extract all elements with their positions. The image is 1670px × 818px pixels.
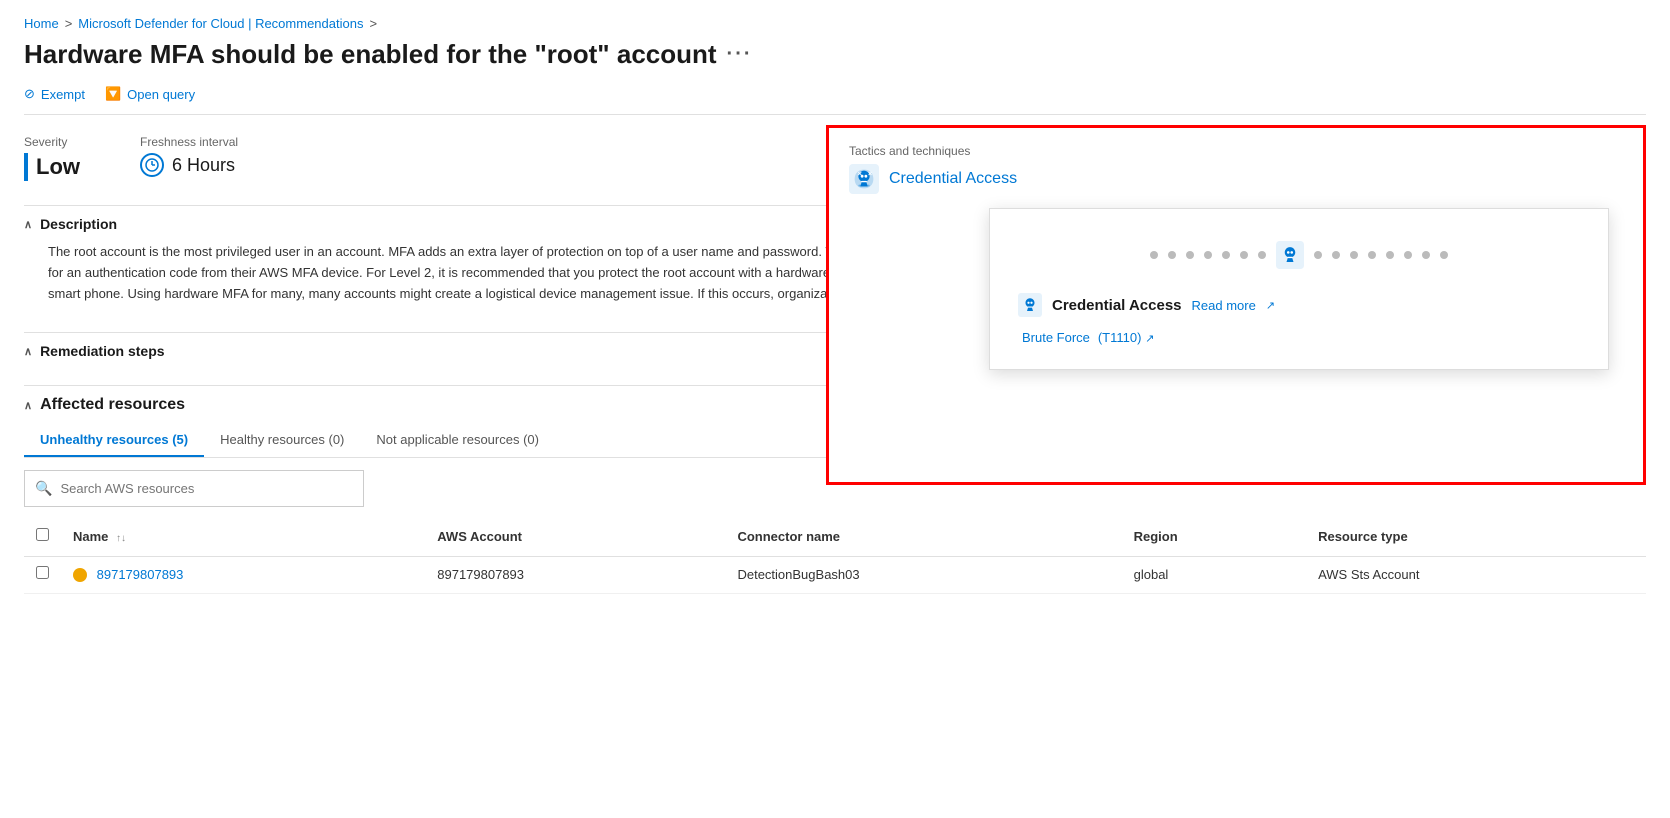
table-header-connector: Connector name (725, 519, 1121, 556)
search-icon: 🔍 (35, 477, 52, 499)
dot-10 (1350, 251, 1358, 259)
dot-8 (1314, 251, 1322, 259)
dot-14 (1422, 251, 1430, 259)
breadcrumb-recommendations[interactable]: Microsoft Defender for Cloud | Recommend… (78, 16, 363, 31)
tooltip-technique-row: Brute Force (T1110) ↗ (1018, 329, 1580, 345)
description-chevron: ∧ (24, 218, 32, 231)
freshness-value: 6 Hours (172, 155, 235, 176)
row-connector: DetectionBugBash03 (725, 556, 1121, 594)
exempt-icon: ⊘ (24, 86, 35, 102)
page-title-ellipsis[interactable]: ··· (727, 43, 753, 66)
exempt-button[interactable]: ⊘ Exempt (24, 86, 85, 102)
svg-text:✕: ✕ (868, 170, 873, 177)
table-header: Name ↑↓ AWS Account Connector name Regio… (24, 519, 1646, 556)
table-row: 897179807893 897179807893 DetectionBugBa… (24, 556, 1646, 594)
dot-7 (1258, 251, 1266, 259)
row-aws-account: 897179807893 (425, 556, 725, 594)
resource-name-link[interactable]: 897179807893 (97, 567, 184, 582)
tactics-tooltip: Credential Access Read more ↗ Brute Forc… (989, 208, 1609, 370)
table-body: 897179807893 897179807893 DetectionBugBa… (24, 556, 1646, 594)
row-checkbox[interactable] (36, 566, 49, 579)
description-title: Description (40, 216, 117, 232)
tactics-item: ✕ ✕ Credential Access (849, 164, 1623, 194)
tactics-section: Tactics and techniques ✕ ✕ Credential Ac… (826, 125, 1646, 485)
severity-label: Severity (24, 135, 80, 149)
resources-table: Name ↑↓ AWS Account Connector name Regio… (24, 519, 1646, 595)
tooltip-technique-code[interactable]: (T1110) (1098, 330, 1142, 345)
svg-text:✕: ✕ (857, 170, 862, 177)
table-header-checkbox (24, 519, 61, 556)
row-resource-type: AWS Sts Account (1306, 556, 1646, 594)
credential-access-icon: ✕ ✕ (849, 164, 879, 194)
external-link-icon: ↗ (1266, 299, 1275, 312)
severity-indicator (24, 153, 28, 181)
tooltip-title: Credential Access (1052, 297, 1182, 314)
dot-3 (1186, 251, 1194, 259)
tactics-dots-row (1018, 241, 1580, 269)
search-box: 🔍 (24, 470, 364, 506)
row-checkbox-cell (24, 556, 61, 594)
tab-not-applicable[interactable]: Not applicable resources (0) (360, 424, 555, 457)
select-all-checkbox[interactable] (36, 528, 49, 541)
search-input[interactable] (60, 481, 353, 496)
dot-4 (1204, 251, 1212, 259)
open-query-icon: 🔽 (105, 86, 121, 102)
dot-5 (1222, 251, 1230, 259)
breadcrumb-sep1: > (65, 16, 73, 31)
breadcrumb-home[interactable]: Home (24, 16, 59, 31)
tab-unhealthy[interactable]: Unhealthy resources (5) (24, 424, 204, 457)
dot-9 (1332, 251, 1340, 259)
freshness-block: Freshness interval 6 Hours (140, 135, 238, 177)
page-title: Hardware MFA should be enabled for the "… (24, 39, 1646, 70)
info-row: Severity Low Freshness interval 6 Hours (24, 135, 1646, 181)
table-header-aws-account: AWS Account (425, 519, 725, 556)
table-header-resource-type: Resource type (1306, 519, 1646, 556)
toolbar: ⊘ Exempt 🔽 Open query (24, 86, 1646, 115)
remediation-chevron: ∧ (24, 345, 32, 358)
breadcrumb: Home > Microsoft Defender for Cloud | Re… (24, 16, 1646, 31)
tooltip-content: Credential Access Read more ↗ Brute Forc… (1018, 293, 1580, 345)
table-header-name: Name ↑↓ (61, 519, 425, 556)
tooltip-title-row: Credential Access Read more ↗ (1018, 293, 1580, 317)
tooltip-icon (1018, 293, 1042, 317)
affected-resources-title: Affected resources (40, 396, 185, 414)
tactics-label: Tactics and techniques (849, 144, 1623, 158)
name-sort-icon[interactable]: ↑↓ (116, 533, 126, 544)
table-header-region: Region (1122, 519, 1306, 556)
affected-chevron: ∧ (24, 399, 32, 412)
clock-icon (140, 153, 164, 177)
severity-block: Severity Low (24, 135, 80, 181)
technique-external-icon: ↗ (1145, 333, 1154, 345)
dot-11 (1368, 251, 1376, 259)
tactics-link[interactable]: Credential Access (889, 170, 1017, 188)
open-query-button[interactable]: 🔽 Open query (105, 86, 195, 102)
dot-2 (1168, 251, 1176, 259)
tooltip-technique-link[interactable]: Brute Force (1022, 330, 1090, 345)
row-name: 897179807893 (61, 556, 425, 594)
freshness-label: Freshness interval (140, 135, 238, 149)
dot-13 (1404, 251, 1412, 259)
remediation-title: Remediation steps (40, 343, 164, 359)
resource-status-icon (73, 568, 87, 582)
dot-15 (1440, 251, 1448, 259)
severity-value: Low (36, 154, 80, 180)
row-region: global (1122, 556, 1306, 594)
tooltip-tactic-icon (1276, 241, 1304, 269)
breadcrumb-sep2: > (369, 16, 377, 31)
dot-12 (1386, 251, 1394, 259)
dot-6 (1240, 251, 1248, 259)
dot-1 (1150, 251, 1158, 259)
tab-healthy[interactable]: Healthy resources (0) (204, 424, 360, 457)
tooltip-read-more-link[interactable]: Read more (1192, 298, 1256, 313)
